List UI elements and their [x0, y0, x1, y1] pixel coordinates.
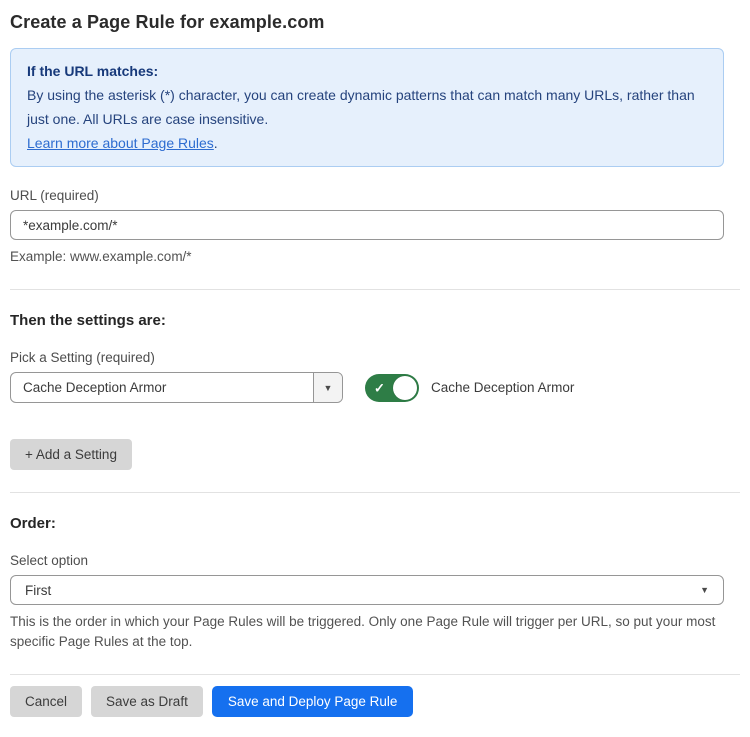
check-icon: ✓ — [374, 381, 385, 394]
url-match-info-box: If the URL matches: By using the asteris… — [10, 48, 724, 167]
info-box-heading: If the URL matches: — [27, 59, 707, 83]
order-select-value: First — [25, 583, 51, 598]
divider — [10, 492, 740, 493]
toggle-knob — [393, 376, 417, 400]
add-setting-button[interactable]: + Add a Setting — [10, 439, 132, 470]
info-box-link-line: Learn more about Page Rules. — [27, 131, 707, 155]
create-page-rule-form: Create a Page Rule for example.com If th… — [0, 0, 750, 737]
page-title: Create a Page Rule for example.com — [10, 12, 724, 33]
cancel-button[interactable]: Cancel — [10, 686, 82, 717]
url-input[interactable] — [10, 210, 724, 240]
info-box-body: By using the asterisk (*) character, you… — [27, 83, 707, 131]
save-as-draft-button[interactable]: Save as Draft — [91, 686, 203, 717]
order-helper-text: This is the order in which your Page Rul… — [10, 612, 724, 652]
setting-select-arrow-button[interactable]: ▼ — [313, 373, 342, 402]
url-field-label: URL (required) — [10, 188, 724, 203]
setting-toggle-label: Cache Deception Armor — [431, 380, 574, 395]
setting-select[interactable]: Cache Deception Armor ▼ — [10, 372, 343, 403]
chevron-down-icon: ▼ — [700, 585, 709, 595]
save-and-deploy-button[interactable]: Save and Deploy Page Rule — [212, 686, 414, 717]
pick-setting-label: Pick a Setting (required) — [10, 350, 724, 365]
learn-more-link[interactable]: Learn more about Page Rules — [27, 135, 214, 151]
setting-row: Cache Deception Armor ▼ ✓ Cache Deceptio… — [10, 372, 724, 403]
footer-actions: Cancel Save as Draft Save and Deploy Pag… — [10, 686, 724, 717]
setting-select-value: Cache Deception Armor — [11, 373, 313, 402]
divider — [10, 674, 740, 675]
chevron-down-icon: ▼ — [324, 383, 333, 393]
url-example-helper: Example: www.example.com/* — [10, 247, 724, 267]
divider — [10, 289, 740, 290]
link-suffix: . — [214, 135, 218, 151]
order-select-label: Select option — [10, 553, 724, 568]
settings-section-heading: Then the settings are: — [10, 312, 724, 329]
order-select[interactable]: First ▼ — [10, 575, 724, 605]
order-section-heading: Order: — [10, 515, 724, 532]
setting-toggle[interactable]: ✓ — [365, 374, 419, 402]
